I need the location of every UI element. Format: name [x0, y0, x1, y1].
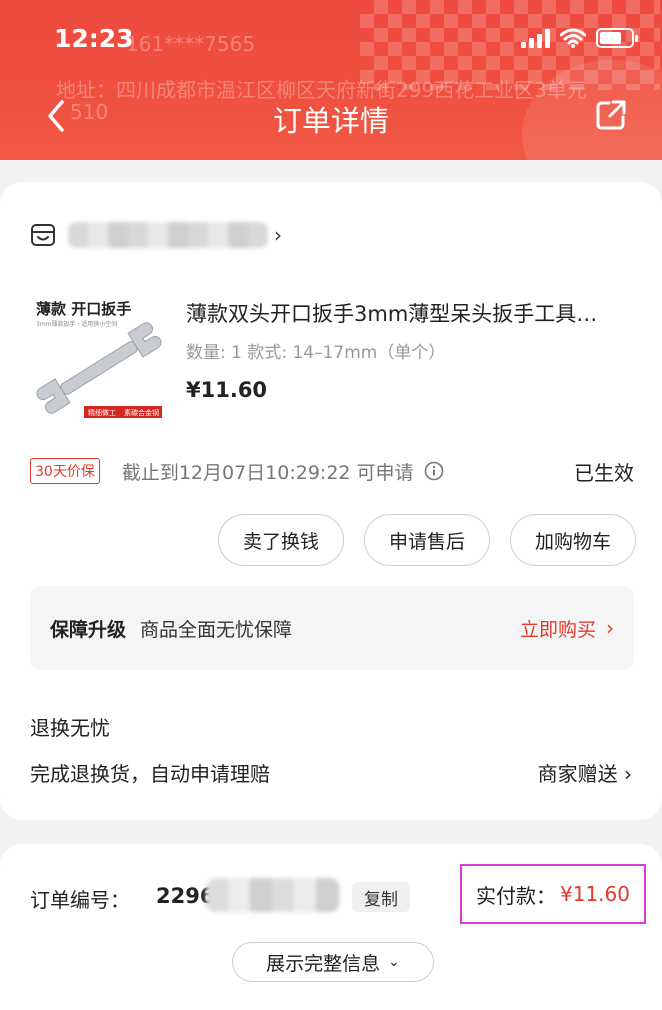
price-protection-status: 已生效 — [574, 460, 634, 485]
info-icon[interactable] — [424, 461, 444, 481]
chevron-down-icon: ⌄ — [388, 954, 400, 970]
chevron-right-icon: › — [274, 223, 282, 247]
status-time: 12:23 — [54, 24, 134, 53]
status-icons — [521, 28, 638, 48]
product-image-badge-right: 素碳合金钢 — [124, 408, 159, 417]
product-title[interactable]: 薄款双头开口扳手3mm薄型呆头扳手工具… — [186, 298, 626, 328]
product-price: ¥11.60 — [186, 378, 268, 402]
action-buttons: 卖了换钱 申请售后 加购物车 — [217, 514, 636, 566]
paid-amount-value: ¥11.60 — [560, 882, 630, 906]
product-spec: 数量: 1 款式: 14–17mm（单个） — [186, 343, 446, 363]
show-full-info-button[interactable]: 展示完整信息 ⌄ — [232, 942, 434, 982]
ghost-phone: 161****7565 — [126, 32, 256, 56]
share-button[interactable] — [594, 98, 628, 132]
price-protection-row: 30天价保 截止到12月07日10:29:22 可申请 已生效 — [30, 456, 634, 486]
signal-icon — [521, 28, 550, 48]
show-full-info-label: 展示完整信息 — [266, 952, 381, 975]
battery-icon — [596, 28, 638, 48]
sell-button[interactable]: 卖了换钱 — [217, 514, 344, 566]
product-image-subtitle: 3mm薄款扳手 · 适用狭小空间 — [36, 320, 117, 328]
header-banner: 161****7565 地址：四川成都市温江区柳区天府新街299西花工业区3单元… — [0, 0, 662, 160]
worry-free-title: 退换无忧 — [30, 716, 110, 740]
paid-amount-label: 实付款： — [476, 883, 556, 908]
product-image-badge-left: 精细做工 — [88, 408, 116, 417]
product-card: › 薄款 开口扳手 3mm薄款扳手 · 适用狭小空间 精细做工 素碳合金钢 薄款… — [0, 182, 662, 820]
worry-free-desc: 完成退换货，自动申请理赔 — [30, 762, 270, 786]
upgrade-desc: 商品全面无忧保障 — [140, 618, 293, 641]
chevron-right-icon: › — [606, 616, 614, 640]
product-image[interactable]: 薄款 开口扳手 3mm薄款扳手 · 适用狭小空间 精细做工 素碳合金钢 — [30, 290, 168, 428]
add-to-cart-button[interactable]: 加购物车 — [509, 514, 636, 566]
store-icon — [31, 224, 55, 246]
product-image-title: 薄款 开口扳手 — [36, 300, 131, 318]
price-protection-tag: 30天价保 — [30, 458, 100, 484]
store-row[interactable]: › — [30, 222, 282, 248]
order-info-card: 订单编号： 2296 复制 实付款： ¥11.60 展示完整信息 ⌄ — [0, 844, 662, 1010]
upgrade-title: 保障升级 — [50, 618, 127, 641]
paid-amount-highlight: 实付款： ¥11.60 — [460, 864, 646, 924]
after-sale-button[interactable]: 申请售后 — [363, 514, 490, 566]
order-number-label: 订单编号： — [30, 888, 130, 912]
copy-button[interactable]: 复制 — [352, 882, 410, 912]
buy-now-link[interactable]: 立即购买 — [520, 615, 596, 642]
order-number-redacted — [206, 878, 340, 912]
merchant-gift-label: 商家赠送 — [537, 762, 618, 786]
price-protection-deadline: 截止到12月07日10:29:22 可申请 — [121, 461, 414, 484]
merchant-gift-link[interactable]: 商家赠送 › — [538, 758, 632, 787]
page-title: 订单详情 — [272, 104, 389, 138]
guarantee-upgrade-banner[interactable]: 保障升级 商品全面无忧保障 立即购买 › — [30, 586, 634, 670]
wifi-icon — [560, 28, 586, 48]
store-name-redacted — [68, 222, 268, 248]
chevron-right-icon: › — [624, 762, 632, 786]
